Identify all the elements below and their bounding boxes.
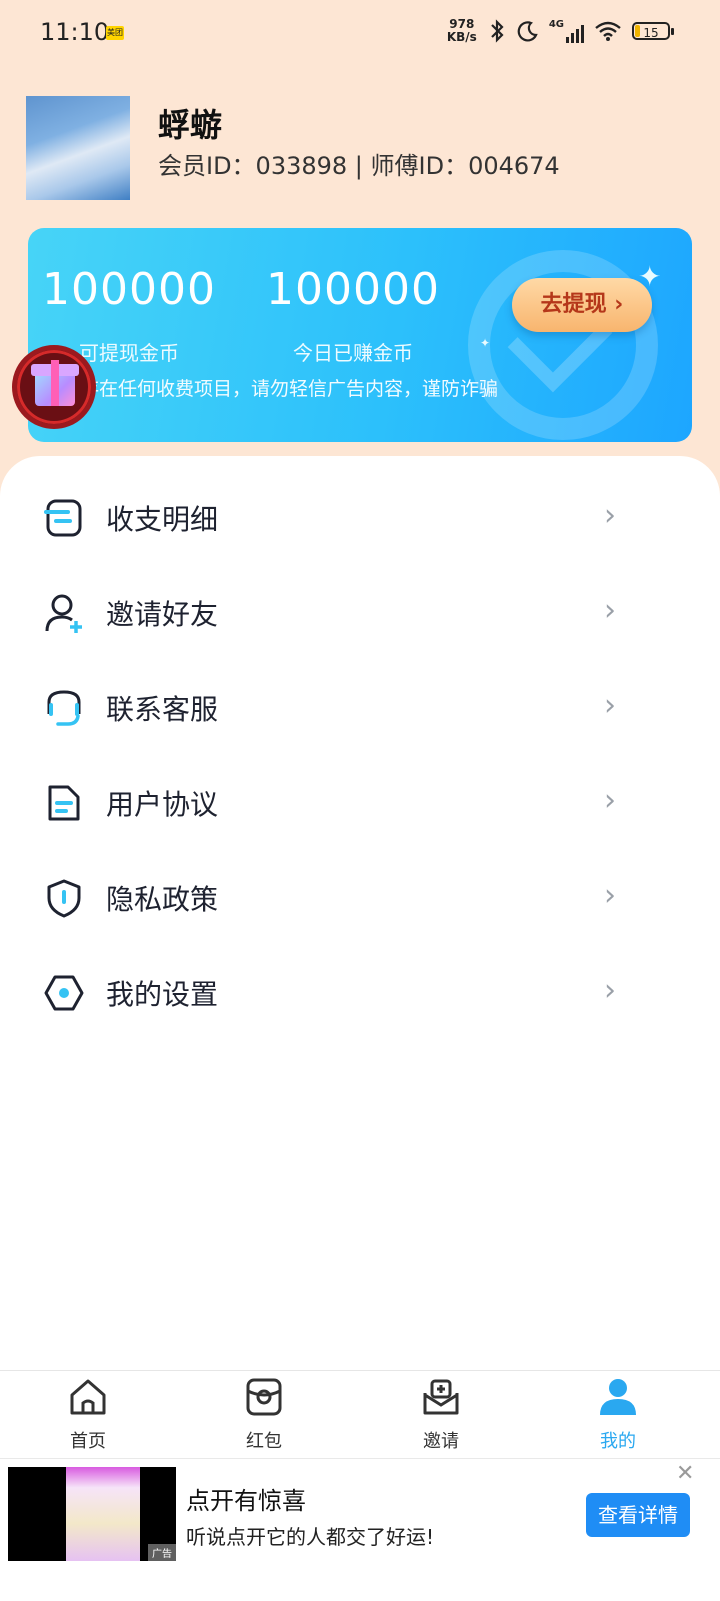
menu-item-label: 邀请好友 xyxy=(106,598,219,631)
status-indicators: 978 KB/s 4G 15 xyxy=(447,18,674,44)
menu-item-label: 隐私政策 xyxy=(106,883,219,916)
gift-box-button[interactable] xyxy=(12,345,96,429)
home-icon xyxy=(70,1379,106,1415)
bottom-tab-bar: 首页 红包 邀请 我的 xyxy=(0,1370,720,1459)
tab-label: 红包 xyxy=(246,1431,282,1452)
profile-header: 蜉蝣 会员ID：033898 | 师傅ID：004674 xyxy=(26,96,686,200)
tab-label: 我的 xyxy=(600,1431,636,1452)
menu-item-label: 用户协议 xyxy=(106,788,219,821)
battery-icon: 15 xyxy=(632,22,674,40)
network-type: 4G xyxy=(548,19,564,30)
sparkle-icon-small: ✦ xyxy=(480,336,491,350)
chevron-right-icon: › xyxy=(604,688,616,723)
meituan-badge-icon: 美团 xyxy=(106,26,124,40)
menu-item-label: 联系客服 xyxy=(106,693,219,726)
status-time: 11:10 xyxy=(40,18,110,46)
profile-icon xyxy=(600,1379,636,1415)
menu-item-transactions[interactable]: 收支明细 › xyxy=(0,472,720,567)
tab-invite[interactable]: 邀请 xyxy=(391,1377,491,1453)
signal-4g-icon: 4G xyxy=(549,19,584,43)
tab-home[interactable]: 首页 xyxy=(38,1377,138,1453)
ad-image[interactable]: 广告 xyxy=(8,1467,176,1561)
withdraw-button[interactable]: 去提现 › xyxy=(512,278,652,332)
moon-icon xyxy=(517,21,538,42)
anti-fraud-notice: 存在任何收费项目，请勿轻信广告内容，谨防诈骗 xyxy=(80,378,499,400)
menu-item-privacy-policy[interactable]: 隐私政策 › xyxy=(0,852,720,947)
avatar[interactable] xyxy=(26,96,130,200)
wifi-icon xyxy=(595,21,621,41)
menu-panel: 收支明细 › 邀请好友 › 联系客服 › 用户协议 › 隐私政策 › 我的设置 … xyxy=(0,456,720,1370)
user-nickname: 蜉蝣 xyxy=(158,106,223,144)
menu-item-customer-service[interactable]: 联系客服 › xyxy=(0,662,720,757)
chevron-right-icon: › xyxy=(604,593,616,628)
add-user-icon xyxy=(45,594,82,633)
ad-banner[interactable]: 广告 点开有惊喜 听说点开它的人都交了好运! 查看详情 ✕ xyxy=(0,1458,720,1601)
menu-item-label: 我的设置 xyxy=(106,978,219,1011)
menu-item-invite-friends[interactable]: 邀请好友 › xyxy=(0,567,720,662)
tab-label: 首页 xyxy=(70,1431,106,1452)
status-bar: 11:10 美团 978 KB/s 4G 15 xyxy=(0,0,720,68)
withdrawable-coins-value: 100000 xyxy=(42,264,216,315)
document-icon xyxy=(48,785,80,821)
ad-poster xyxy=(66,1467,140,1561)
today-coins-label: 今日已赚金币 xyxy=(293,341,413,365)
shield-icon xyxy=(47,879,81,918)
ledger-icon xyxy=(44,499,82,537)
tab-label: 邀请 xyxy=(423,1431,459,1452)
tab-mine[interactable]: 我的 xyxy=(568,1377,668,1453)
ad-subtitle: 听说点开它的人都交了好运! xyxy=(186,1525,435,1549)
bluetooth-icon xyxy=(491,19,504,43)
menu-item-label: 收支明细 xyxy=(106,503,219,536)
chevron-right-icon: › xyxy=(604,783,616,818)
chevron-right-icon: › xyxy=(604,973,616,1008)
settings-icon xyxy=(44,975,84,1011)
menu-item-user-agreement[interactable]: 用户协议 › xyxy=(0,757,720,852)
today-coins-value: 100000 xyxy=(266,264,440,315)
ad-title: 点开有惊喜 xyxy=(186,1487,306,1515)
coin-card: ✦ ✦ 100000 可提现金币 100000 今日已赚金币 去提现 › 存在任… xyxy=(28,228,692,442)
headset-icon xyxy=(47,690,81,726)
member-ids: 会员ID：033898 | 师傅ID：004674 xyxy=(158,152,560,180)
battery-level: 15 xyxy=(643,26,659,40)
invite-icon xyxy=(423,1379,459,1415)
red-packet-icon xyxy=(246,1378,282,1416)
gift-ribbon xyxy=(51,360,59,406)
network-speed-unit: KB/s xyxy=(446,30,477,44)
chevron-right-icon: › xyxy=(604,878,616,913)
close-icon[interactable]: ✕ xyxy=(676,1461,694,1486)
today-coins: 100000 今日已赚金币 xyxy=(258,264,448,366)
network-speed: 978 KB/s xyxy=(447,18,477,44)
tab-red-packet[interactable]: 红包 xyxy=(214,1377,314,1453)
ad-tag: 广告 xyxy=(148,1544,176,1561)
ad-view-details-button[interactable]: 查看详情 xyxy=(586,1493,690,1537)
menu-item-settings[interactable]: 我的设置 › xyxy=(0,947,720,1042)
chevron-right-icon: › xyxy=(604,498,616,533)
